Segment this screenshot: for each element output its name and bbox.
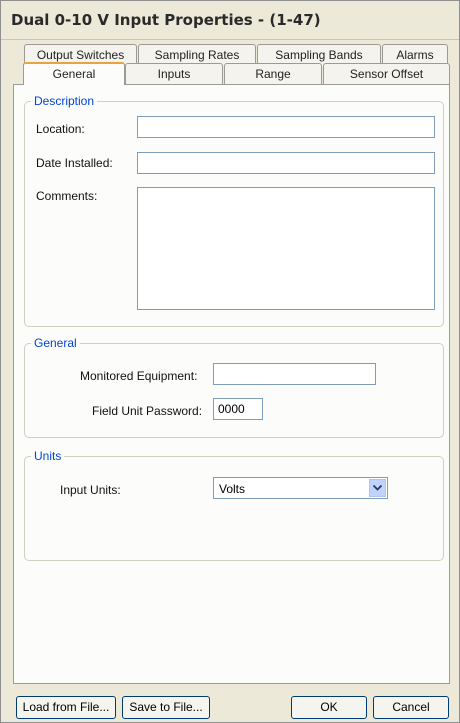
- date-installed-label: Date Installed:: [36, 156, 113, 170]
- comments-label: Comments:: [36, 189, 98, 203]
- cancel-button[interactable]: Cancel: [373, 696, 449, 719]
- units-group: Units Input Units: Volts: [24, 449, 444, 561]
- description-legend: Description: [31, 94, 98, 108]
- description-group: Description Location: Date Installed: Co…: [24, 94, 444, 327]
- chevron-down-icon[interactable]: [369, 479, 386, 497]
- properties-dialog: Dual 0-10 V Input Properties - (1-47) Ou…: [0, 0, 460, 723]
- save-to-file-button[interactable]: Save to File...: [122, 696, 210, 719]
- tab-sensor-offset[interactable]: Sensor Offset: [323, 63, 450, 85]
- tab-inputs[interactable]: Inputs: [125, 63, 223, 85]
- ok-button[interactable]: OK: [291, 696, 367, 719]
- input-units-select[interactable]: Volts: [213, 477, 388, 499]
- tab-general[interactable]: General: [23, 62, 125, 85]
- tab-panel-general: Description Location: Date Installed: Co…: [13, 84, 450, 684]
- comments-textarea[interactable]: [137, 187, 435, 310]
- field-unit-password-input[interactable]: 0000: [213, 398, 263, 420]
- window-title: Dual 0-10 V Input Properties - (1-47): [11, 11, 321, 29]
- monitored-equipment-label: Monitored Equipment:: [80, 369, 198, 383]
- location-label: Location:: [36, 122, 85, 136]
- general-legend: General: [31, 336, 80, 350]
- input-units-label: Input Units:: [60, 483, 121, 497]
- title-bar[interactable]: Dual 0-10 V Input Properties - (1-47): [1, 1, 459, 40]
- units-legend: Units: [31, 449, 65, 463]
- general-group: General Monitored Equipment: Field Unit …: [24, 336, 444, 438]
- field-unit-password-label: Field Unit Password:: [92, 404, 203, 418]
- input-units-value: Volts: [219, 482, 246, 496]
- monitored-equipment-input[interactable]: [213, 363, 376, 385]
- location-input[interactable]: [137, 116, 435, 138]
- tab-range[interactable]: Range: [224, 63, 322, 85]
- load-from-file-button[interactable]: Load from File...: [16, 696, 116, 719]
- date-installed-input[interactable]: [137, 152, 435, 174]
